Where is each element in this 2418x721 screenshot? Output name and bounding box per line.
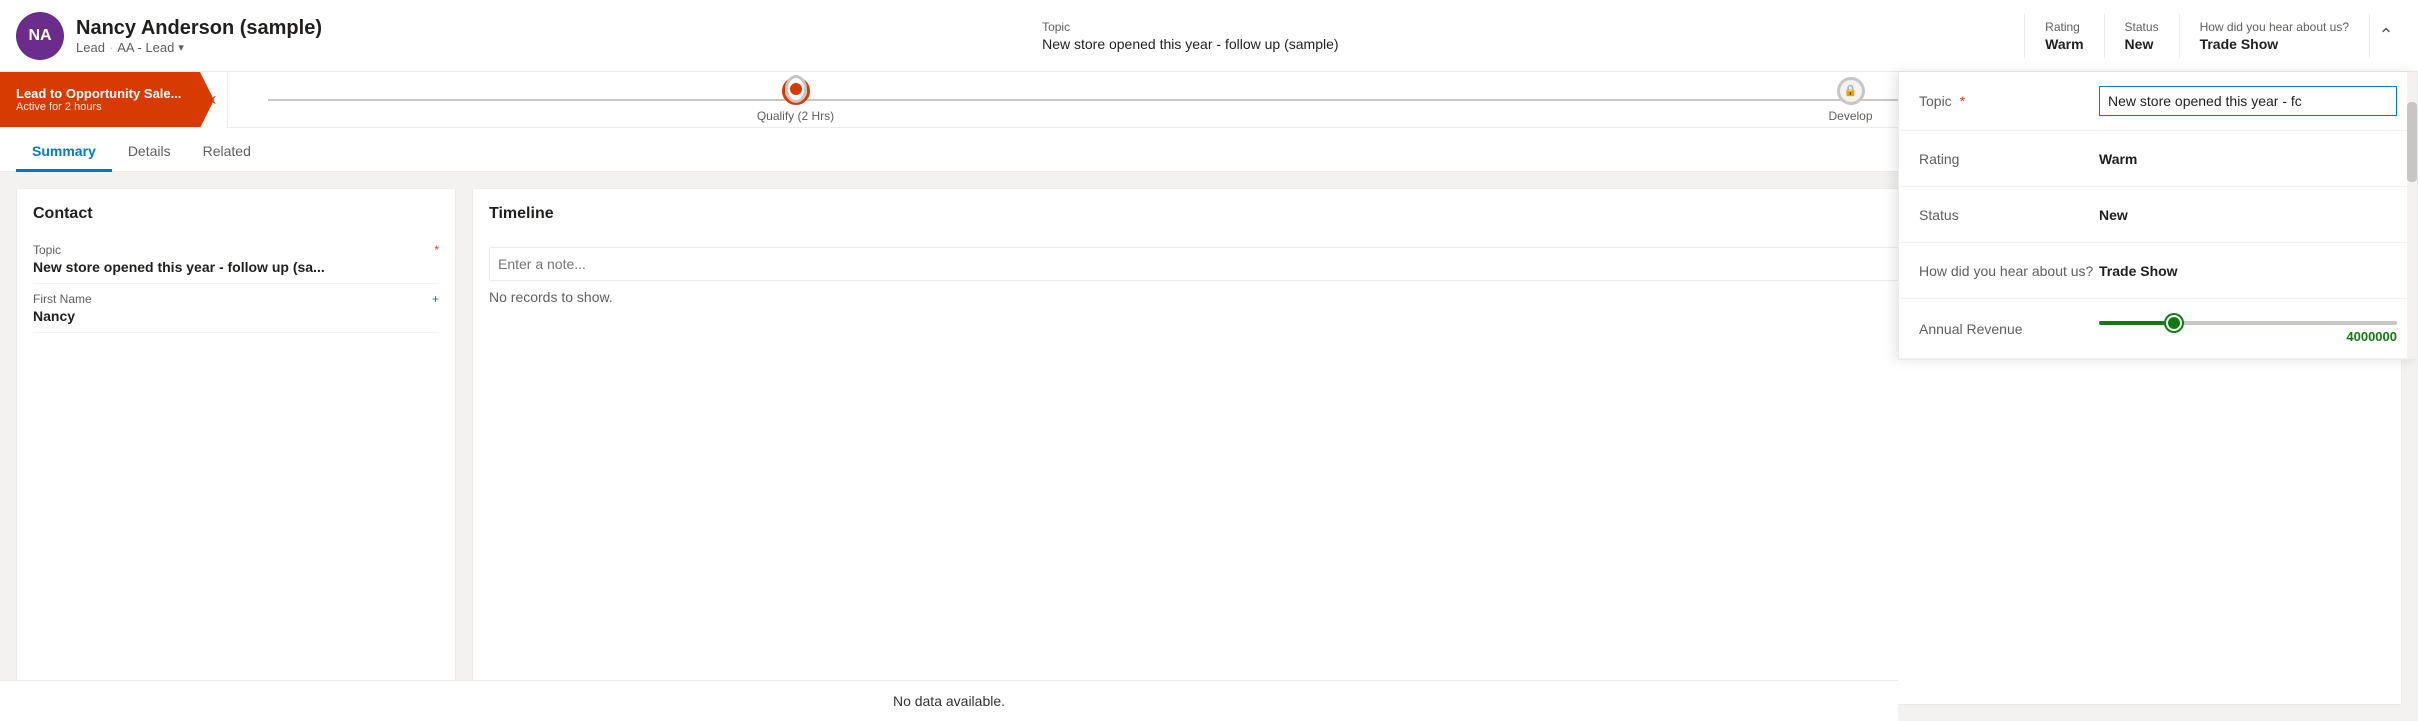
- no-data-bar: No data available.: [0, 680, 1898, 721]
- flyout-status-label: Status: [1919, 207, 2099, 223]
- timeline-title: Timeline: [489, 205, 554, 223]
- flyout-row-how: How did you hear about us? Trade Show: [1899, 243, 2417, 299]
- topic-value: New store opened this year - follow up (…: [1042, 36, 1988, 52]
- step-label-qualify: Qualify (2 Hrs): [757, 109, 834, 123]
- step-circle-qualify: [782, 77, 810, 105]
- flyout-revenue-slider[interactable]: 4000000: [2099, 313, 2397, 344]
- how-value: Trade Show: [2200, 36, 2349, 52]
- avatar: NA: [16, 12, 64, 60]
- tab-summary[interactable]: Summary: [16, 133, 112, 172]
- no-data-text: No data available.: [893, 693, 1005, 709]
- header: NA Nancy Anderson (sample) Lead · AA - L…: [0, 0, 2418, 72]
- contact-card: Contact Topic * New store opened this ye…: [16, 188, 456, 705]
- status-meta: Status New: [2105, 14, 2180, 58]
- process-step-qualify[interactable]: Qualify (2 Hrs): [268, 77, 1323, 123]
- step-label-develop: Develop: [1828, 109, 1872, 123]
- flyout-scrollbar[interactable]: [2407, 72, 2417, 359]
- subtitle-prefix: Lead: [76, 40, 105, 55]
- field-topic-required: *: [434, 243, 439, 257]
- field-firstname: First Name + Nancy: [33, 284, 439, 333]
- header-info: Nancy Anderson (sample) Lead · AA - Lead…: [76, 17, 1022, 55]
- flyout-row-revenue: Annual Revenue 4000000: [1899, 299, 2417, 359]
- flyout-how-label: How did you hear about us?: [1919, 263, 2099, 279]
- flyout-rating-value[interactable]: Warm: [2099, 151, 2397, 167]
- flyout-topic-label: Topic *: [1919, 93, 2099, 109]
- process-active-stage: Lead to Opportunity Sale... Active for 2…: [0, 72, 200, 127]
- flyout-row-topic: Topic *: [1899, 72, 2417, 131]
- slider-track: [2099, 321, 2397, 325]
- slider-fill: [2099, 321, 2174, 325]
- slider-thumb[interactable]: [2166, 315, 2182, 331]
- flyout-row-status: Status New: [1899, 187, 2417, 243]
- flyout-how-value[interactable]: Trade Show: [2099, 263, 2397, 279]
- rating-meta: Rating Warm: [2025, 14, 2104, 58]
- tab-details[interactable]: Details: [112, 133, 187, 172]
- flyout-panel: Topic * Rating Warm Status New How did y…: [1898, 72, 2418, 360]
- flyout-row-rating: Rating Warm: [1899, 131, 2417, 187]
- rating-value: Warm: [2045, 36, 2083, 52]
- flyout-rating-label: Rating: [1919, 151, 2099, 167]
- flyout-topic-required: *: [1960, 93, 1965, 109]
- collapse-button[interactable]: ⌃: [2370, 20, 2402, 52]
- subtitle-sep: ·: [109, 40, 113, 55]
- field-firstname-value[interactable]: Nancy: [33, 308, 439, 324]
- field-topic-value[interactable]: New store opened this year - follow up (…: [33, 259, 439, 275]
- header-meta: Rating Warm Status New How did you hear …: [2024, 14, 2370, 58]
- record-subtitle: Lead · AA - Lead ▾: [76, 40, 1022, 55]
- subtitle-link[interactable]: AA - Lead: [117, 40, 174, 55]
- topic-label: Topic: [1042, 20, 1988, 34]
- field-firstname-required: +: [432, 292, 439, 306]
- status-label: Status: [2125, 20, 2159, 34]
- step-circle-develop: 🔒: [1837, 77, 1865, 105]
- subtitle-dropdown-icon[interactable]: ▾: [178, 41, 184, 54]
- header-topic: Topic New store opened this year - follo…: [1022, 14, 2008, 58]
- field-topic-label: Topic *: [33, 243, 439, 257]
- process-active-sub: Active for 2 hours: [16, 101, 181, 113]
- flyout-topic-input[interactable]: [2099, 86, 2397, 116]
- field-topic: Topic * New store opened this year - fol…: [33, 235, 439, 284]
- step-time-qualify: (2 Hrs): [798, 109, 835, 123]
- how-meta: How did you hear about us? Trade Show: [2180, 14, 2370, 58]
- how-label: How did you hear about us?: [2200, 20, 2349, 34]
- flyout-scrollbar-thumb: [2407, 102, 2417, 182]
- slider-value: 4000000: [2099, 329, 2397, 344]
- field-firstname-label: First Name +: [33, 292, 439, 306]
- lock-icon: 🔒: [1844, 84, 1858, 97]
- tab-related[interactable]: Related: [187, 133, 267, 172]
- process-active-title: Lead to Opportunity Sale...: [16, 86, 181, 101]
- rating-label: Rating: [2045, 20, 2083, 34]
- record-name: Nancy Anderson (sample): [76, 17, 1022, 40]
- step-inner-qualify: [785, 75, 807, 103]
- flyout-status-value[interactable]: New: [2099, 207, 2397, 223]
- flyout-revenue-label: Annual Revenue: [1919, 321, 2099, 337]
- status-value: New: [2125, 36, 2159, 52]
- contact-card-title: Contact: [33, 205, 439, 223]
